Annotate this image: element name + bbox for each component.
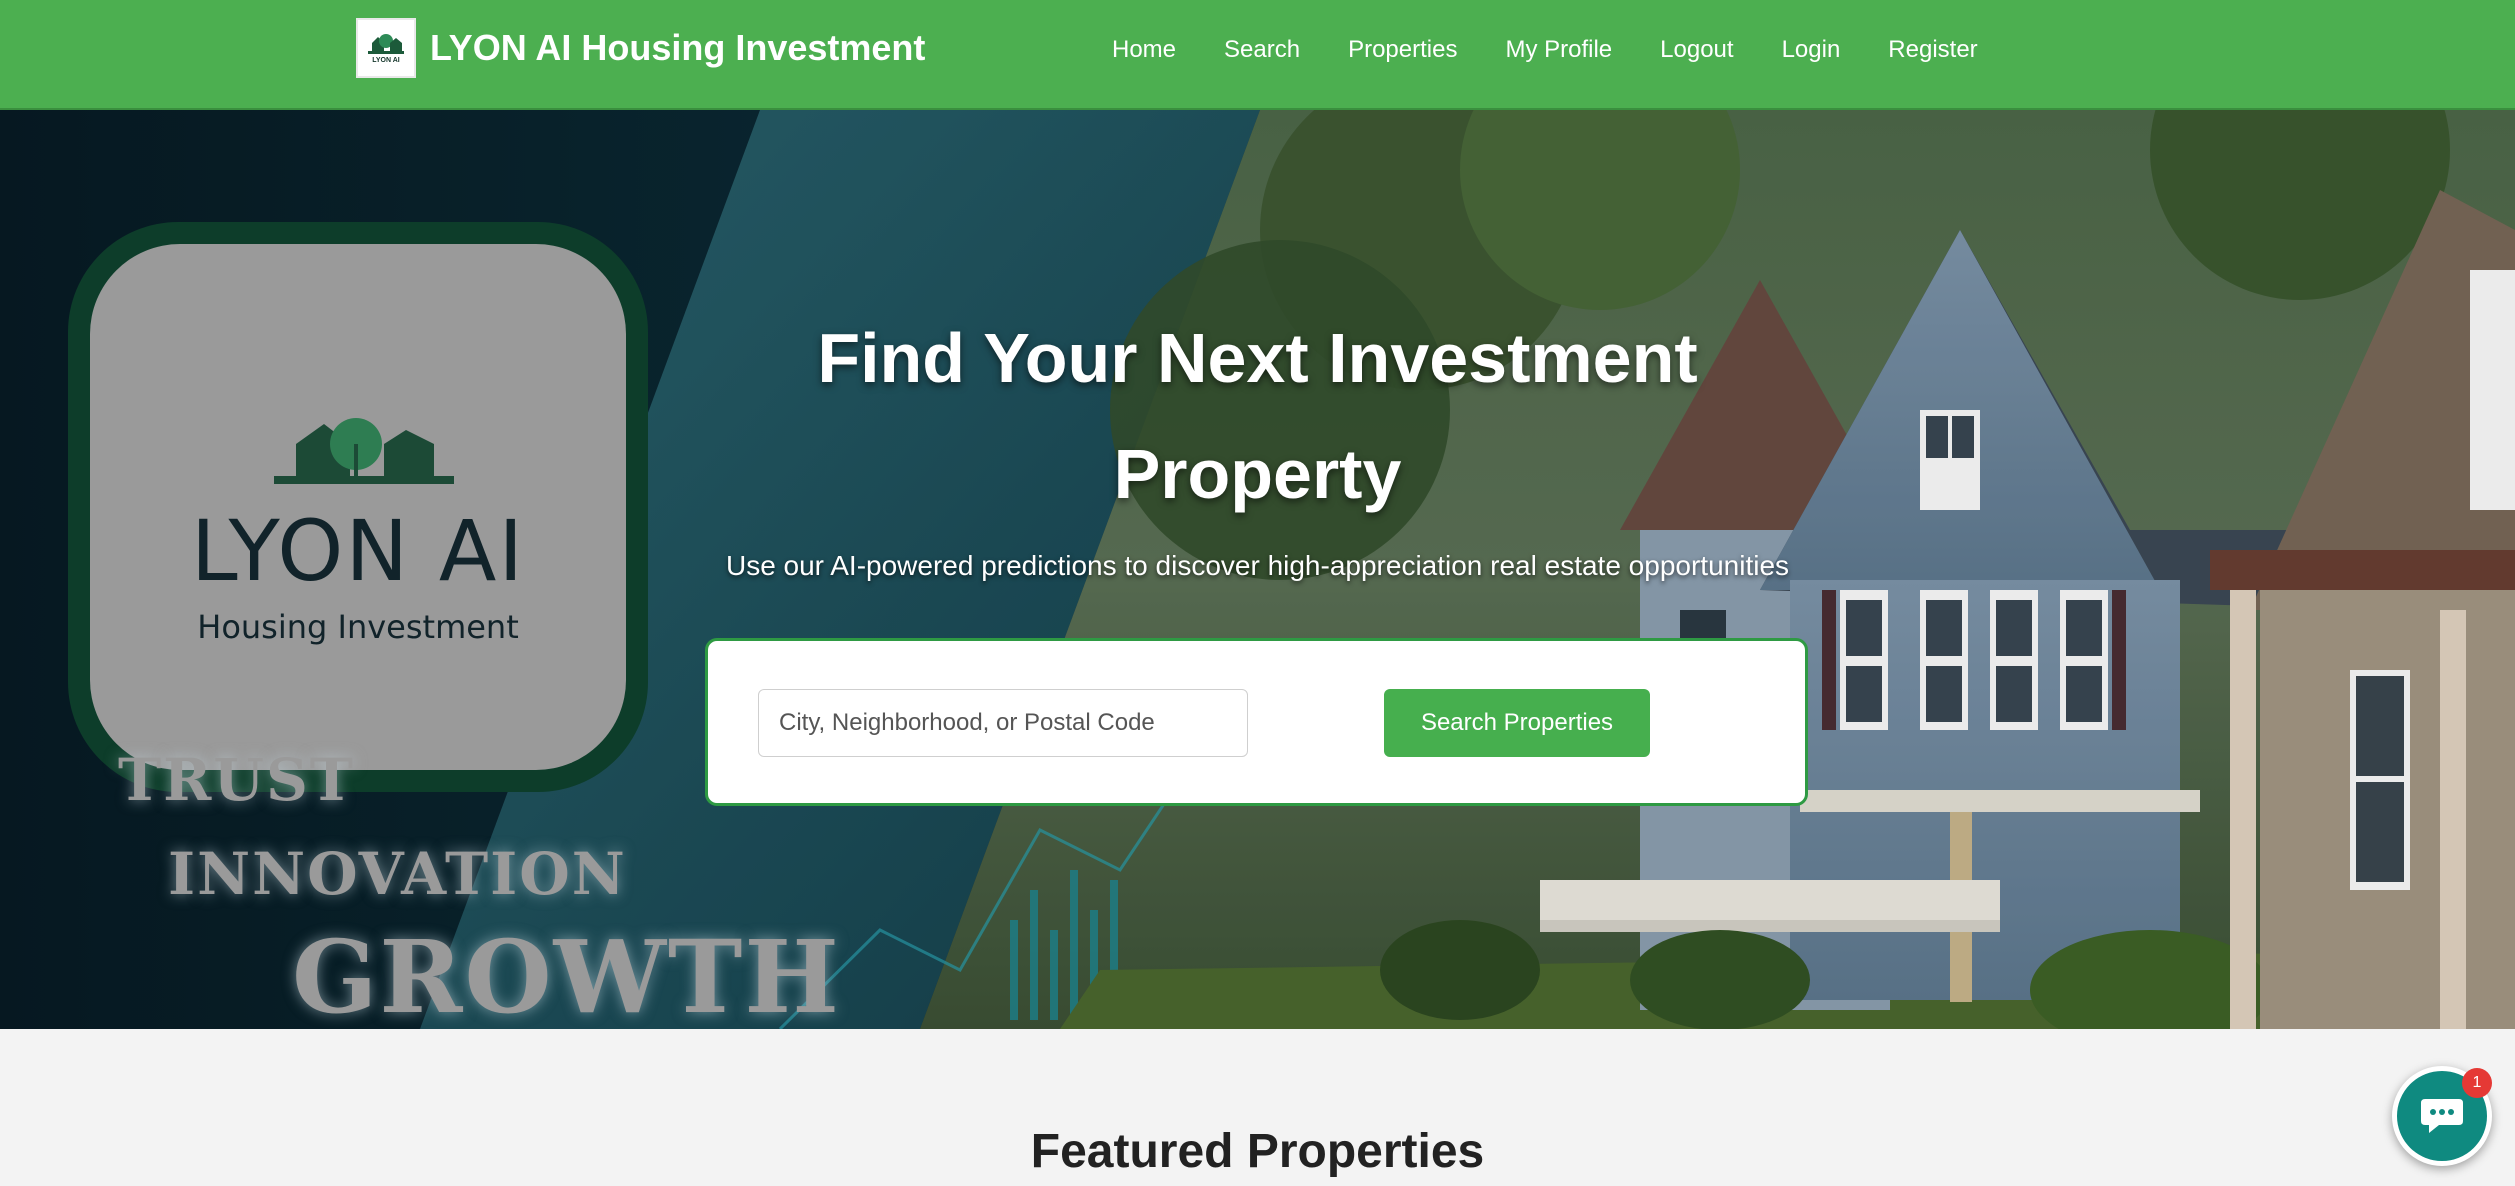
nav-home-link[interactable]: Home <box>1112 36 1176 64</box>
word-growth: GROWTH <box>292 918 841 1029</box>
logo-tile-subtitle: Housing Investment <box>197 608 519 646</box>
nav-search-link[interactable]: Search <box>1224 36 1300 64</box>
house-logo-icon <box>368 34 404 54</box>
brand-logo-text: LYON AI <box>372 57 400 64</box>
nav-logout-link[interactable]: Logout <box>1660 36 1733 64</box>
hero-title: Find Your Next Investment Property <box>817 319 1698 513</box>
house-logo-icon <box>274 418 454 484</box>
hero-section: LYON AI Housing Investment TRUST INNOVAT… <box>0 110 2515 1029</box>
nav-properties-link[interactable]: Properties <box>1348 36 1457 64</box>
brand-title[interactable]: LYON AI Housing Investment <box>430 27 925 69</box>
nav-links: Home Search Properties My Profile Logout… <box>1112 36 2026 64</box>
brand-logo: LYON AI <box>356 18 416 78</box>
nav-register-link[interactable]: Register <box>1888 36 1977 64</box>
nav-login-link[interactable]: Login <box>1782 36 1841 64</box>
logo-tile-inner: LYON AI Housing Investment <box>90 244 626 770</box>
word-trust: TRUST <box>118 746 355 814</box>
search-properties-button[interactable]: Search Properties <box>1384 689 1650 757</box>
hero-subtitle: Use our AI-powered predictions to discov… <box>725 550 1790 581</box>
word-innovation: INNOVATION <box>168 840 627 908</box>
featured-properties-heading: Featured Properties <box>1030 1125 1485 1178</box>
brand[interactable]: LYON AI LYON AI Housing Investment <box>356 18 925 78</box>
chat-notification-badge: 1 <box>2462 1068 2492 1098</box>
chat-bubble-icon <box>2421 1099 2463 1133</box>
logo-tile: LYON AI Housing Investment <box>68 222 648 792</box>
logo-tile-name: LYON AI <box>190 502 526 600</box>
search-card: Search Properties <box>705 638 1808 806</box>
location-search-input[interactable] <box>758 689 1248 757</box>
top-navbar: LYON AI LYON AI Housing Investment Home … <box>0 0 2515 110</box>
nav-my-profile-link[interactable]: My Profile <box>1505 36 1612 64</box>
